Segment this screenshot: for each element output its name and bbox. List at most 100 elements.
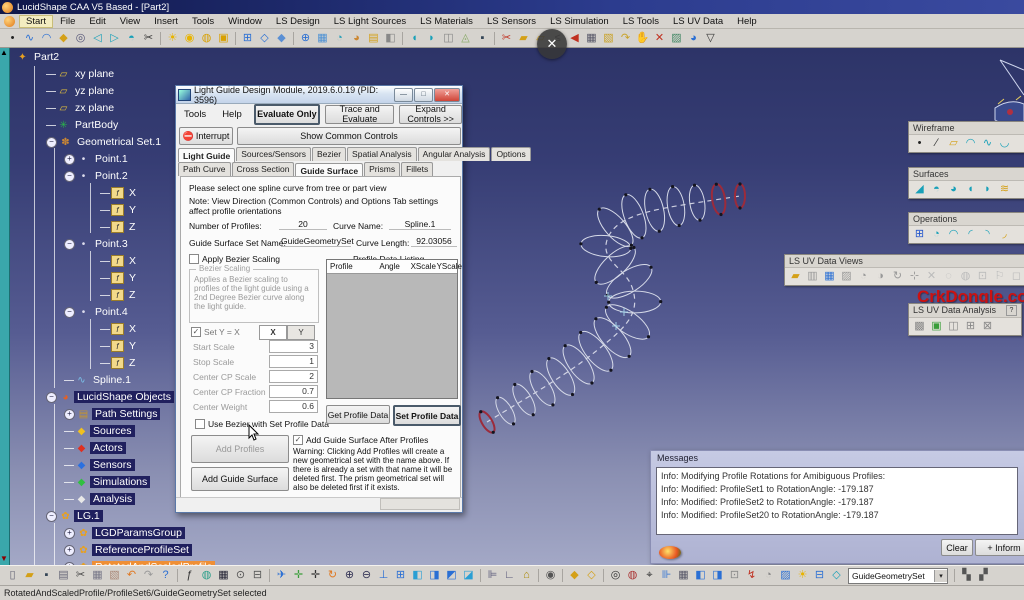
tree-item-point-4[interactable]: −•Point.4 <box>64 304 131 320</box>
lamp-icon[interactable]: ◍ <box>198 31 215 46</box>
menu-tools[interactable]: Tools <box>185 15 221 28</box>
stop-scale-input[interactable]: 1 <box>269 355 318 368</box>
funnel-icon[interactable]: ▽ <box>702 31 719 46</box>
pan-icon[interactable]: ✛ <box>307 568 324 583</box>
actor-run-icon[interactable]: ✂ <box>140 31 157 46</box>
spline-icon[interactable]: ∿ <box>21 31 38 46</box>
menu-ls-design[interactable]: LS Design <box>269 15 327 28</box>
merge-view-icon[interactable]: ⊹ <box>906 269 923 284</box>
normal-view-icon[interactable]: ⊥ <box>375 568 392 583</box>
tree-item-point-3[interactable]: −•Point.3 <box>64 236 131 252</box>
show-common-controls-button[interactable]: Show Common Controls <box>237 127 461 145</box>
expand-controls-button[interactable]: Expand Controls >> <box>399 105 462 124</box>
tab-spatial-analysis[interactable]: Spatial Analysis <box>347 147 417 161</box>
zoom-view-icon[interactable]: ◍ <box>957 269 974 284</box>
profile-chart-icon[interactable]: ▨ <box>777 568 794 583</box>
tree-item-label[interactable]: X <box>126 187 139 199</box>
use-bezier-checkbox[interactable]: Use Bezier with Set Profile Data <box>195 419 329 429</box>
information-filter-button[interactable]: + Inform <box>975 539 1024 556</box>
tree-item-label[interactable]: PartBody <box>72 119 121 131</box>
wheel-icon[interactable]: ◍ <box>624 568 641 583</box>
tree-item-label[interactable]: X <box>126 323 139 335</box>
lightning-icon[interactable]: ↯ <box>743 568 760 583</box>
iso-cube-icon[interactable]: ◧ <box>409 568 426 583</box>
axis-icon[interactable]: ⌖ <box>641 568 658 583</box>
chamfer-icon[interactable]: ◝ <box>979 227 996 242</box>
rotate-view-icon[interactable]: ↻ <box>889 269 906 284</box>
scroll-down-icon[interactable]: ▼ <box>0 554 8 563</box>
play-red-icon[interactable]: ◀ <box>566 31 583 46</box>
iso-view-icon[interactable]: ◔ <box>855 269 872 284</box>
inertia-icon[interactable]: ⌂ <box>518 568 535 583</box>
center-cp-scale-input[interactable]: 2 <box>269 370 318 383</box>
tree-item-label[interactable]: Part2 <box>31 51 62 63</box>
mixer-icon[interactable]: ◫ <box>440 31 457 46</box>
collapse-icon[interactable]: − <box>64 171 75 182</box>
scroll-up-icon[interactable]: ▲ <box>0 48 8 57</box>
tree-item-referenceprofileset[interactable]: +✿ReferenceProfileSet <box>64 542 192 558</box>
menu-ls-simulation[interactable]: LS Simulation <box>543 15 616 28</box>
globe-icon[interactable]: ⊕ <box>297 31 314 46</box>
profile-data-table[interactable]: ProfileAngleXScaleYScale <box>326 259 458 399</box>
menu-ls-tools[interactable]: LS Tools <box>616 15 666 28</box>
folder-doc-icon[interactable]: ▧ <box>600 31 617 46</box>
add-profiles-button[interactable]: Add Profiles <box>191 435 289 463</box>
open-uv-icon[interactable]: ▰ <box>787 269 804 284</box>
grid-stat-icon[interactable]: ⊞ <box>962 319 979 334</box>
tree-item-label[interactable]: Point.2 <box>92 170 131 182</box>
print-icon[interactable]: ▤ <box>55 568 72 583</box>
catalog-icon[interactable]: ◆ <box>566 568 583 583</box>
scale-view-icon[interactable]: ✕ <box>923 269 940 284</box>
tree-item-analysis[interactable]: ◆Analysis <box>64 491 135 507</box>
tree-item-label[interactable]: Sensors <box>90 459 135 471</box>
delete-red-icon[interactable]: ✕ <box>651 31 668 46</box>
folder-open-icon[interactable]: ▰ <box>515 31 532 46</box>
tree-item-label[interactable]: X <box>126 255 139 267</box>
table-edit-icon[interactable]: ▦ <box>215 568 232 583</box>
select-icon[interactable]: • <box>4 31 21 46</box>
tree-item-x[interactable]: fX <box>100 321 139 337</box>
split-icon[interactable]: ◔ <box>928 227 945 242</box>
tree-item-label[interactable]: yz plane <box>72 85 117 97</box>
open-icon[interactable]: ▰ <box>21 568 38 583</box>
struct-icon[interactable]: ⊪ <box>658 568 675 583</box>
dialog-resize-grip[interactable] <box>380 498 460 510</box>
axis-tab-y[interactable]: Y <box>287 325 315 340</box>
spiral-icon[interactable]: ◎ <box>607 568 624 583</box>
tab-path-curve[interactable]: Path Curve <box>178 162 231 176</box>
box-icon[interactable]: ◧ <box>382 31 399 46</box>
tree-item-lucidshape-objects[interactable]: −◕LucidShape Objects <box>46 389 174 405</box>
tree-item-label[interactable]: Spline.1 <box>90 374 134 386</box>
false-color-icon[interactable]: ▣ <box>928 319 945 334</box>
minimize-button[interactable]: — <box>394 88 413 102</box>
collapse-icon[interactable]: − <box>46 511 57 522</box>
collapse-icon[interactable]: − <box>46 137 57 148</box>
fx-icon[interactable]: ƒ <box>181 568 198 583</box>
tab-angular-analysis[interactable]: Angular Analysis <box>418 147 491 161</box>
evaluate-only-button[interactable]: Evaluate Only <box>254 104 320 125</box>
select-box-icon[interactable]: ⊡ <box>726 568 743 583</box>
tab-prisms[interactable]: Prisms <box>364 162 400 176</box>
cube-icon[interactable]: ◨ <box>709 568 726 583</box>
tab-sources-sensors[interactable]: Sources/Sensors <box>236 147 311 161</box>
loft-icon[interactable]: ≋ <box>996 182 1013 197</box>
angle-stat-icon[interactable]: ⊠ <box>979 319 996 334</box>
compass[interactable] <box>995 60 1024 125</box>
menu-window[interactable]: Window <box>221 15 269 28</box>
tree-item-y[interactable]: fY <box>100 202 139 218</box>
clear-button[interactable]: Clear <box>941 539 973 556</box>
tree-item-y[interactable]: fY <box>100 270 139 286</box>
tab-cross-section[interactable]: Cross Section <box>232 162 295 176</box>
translate-icon[interactable]: ◞ <box>996 227 1013 242</box>
menu-ls-light-sources[interactable]: LS Light Sources <box>327 15 413 28</box>
wedge-icon[interactable]: ◬ <box>457 31 474 46</box>
point-icon[interactable]: • <box>911 136 928 151</box>
expand-icon[interactable]: + <box>64 409 75 420</box>
axis-tab-x[interactable]: X <box>259 325 287 340</box>
center-cp-fraction-input[interactable]: 0.7 <box>269 385 318 398</box>
revolve-icon[interactable]: ◓ <box>928 182 945 197</box>
expand-icon[interactable]: + <box>64 545 75 556</box>
window-cascade-icon[interactable]: ▞ <box>975 568 992 583</box>
fillet-icon[interactable]: ◜ <box>962 227 979 242</box>
cut-icon[interactable]: ✂ <box>72 568 89 583</box>
